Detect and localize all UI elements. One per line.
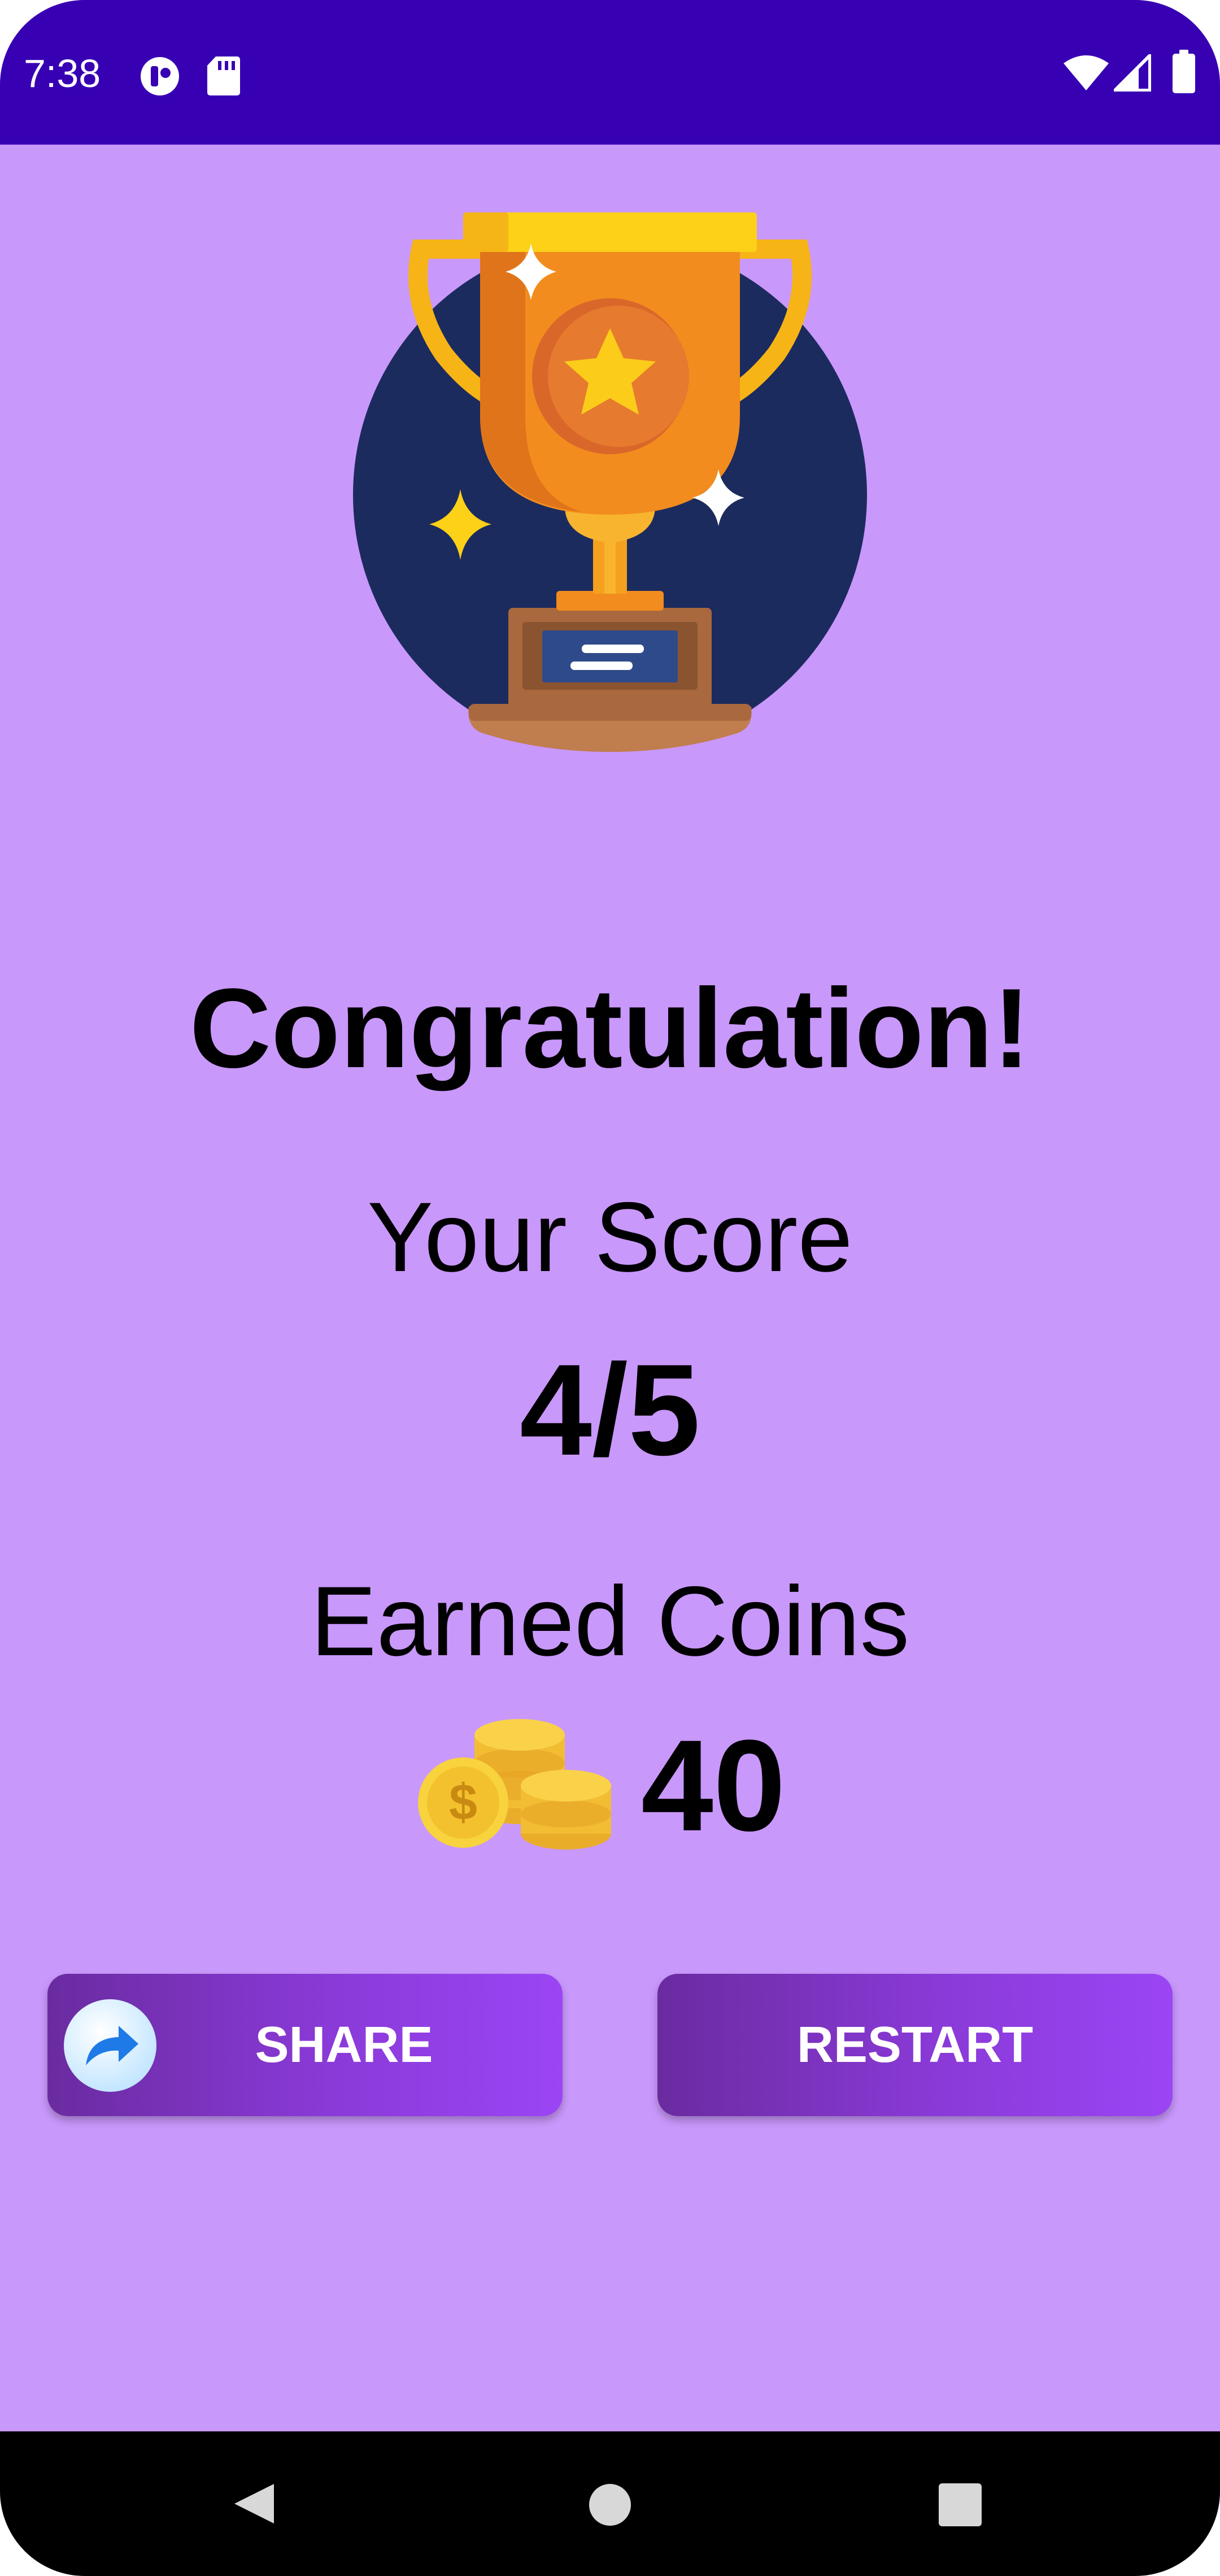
score-label: Your Score <box>367 1182 853 1293</box>
device-screen: 7:38 Congratulation! Your Score 4/5 Earn… <box>0 0 1220 2576</box>
earned-coins-row: $ 40 <box>418 1712 847 1859</box>
earned-coins-label: Earned Coins <box>310 1567 910 1677</box>
navigation-bar <box>0 2431 1220 2576</box>
trophy-icon <box>353 212 867 752</box>
notification-app-icon <box>141 57 179 95</box>
congratulation-title: Congratulation! <box>189 965 1031 1091</box>
back-icon[interactable] <box>232 2481 277 2526</box>
restart-button[interactable]: RESTART <box>657 1974 1173 2116</box>
svg-text:$: $ <box>449 1774 477 1831</box>
sd-card-icon <box>207 56 240 95</box>
recents-icon[interactable] <box>938 2482 983 2527</box>
home-icon[interactable] <box>587 2482 633 2527</box>
status-bar: 7:38 <box>0 0 1220 145</box>
share-arrow-icon <box>64 1999 156 2092</box>
signal-icon <box>1114 54 1151 92</box>
battery-icon <box>1173 50 1195 93</box>
coins-icon: $ <box>418 1719 611 1850</box>
wifi-icon <box>1064 55 1109 90</box>
restart-button-label: RESTART <box>796 2017 1034 2073</box>
quiz-result-screen: Congratulation! Your Score 4/5 Earned Co… <box>0 145 1220 2431</box>
coins-value: 40 <box>641 1713 786 1858</box>
share-button-label: SHARE <box>255 2017 433 2073</box>
score-value: 4/5 <box>520 1337 700 1482</box>
status-time: 7:38 <box>24 51 101 95</box>
share-button[interactable]: SHARE <box>47 1974 563 2116</box>
